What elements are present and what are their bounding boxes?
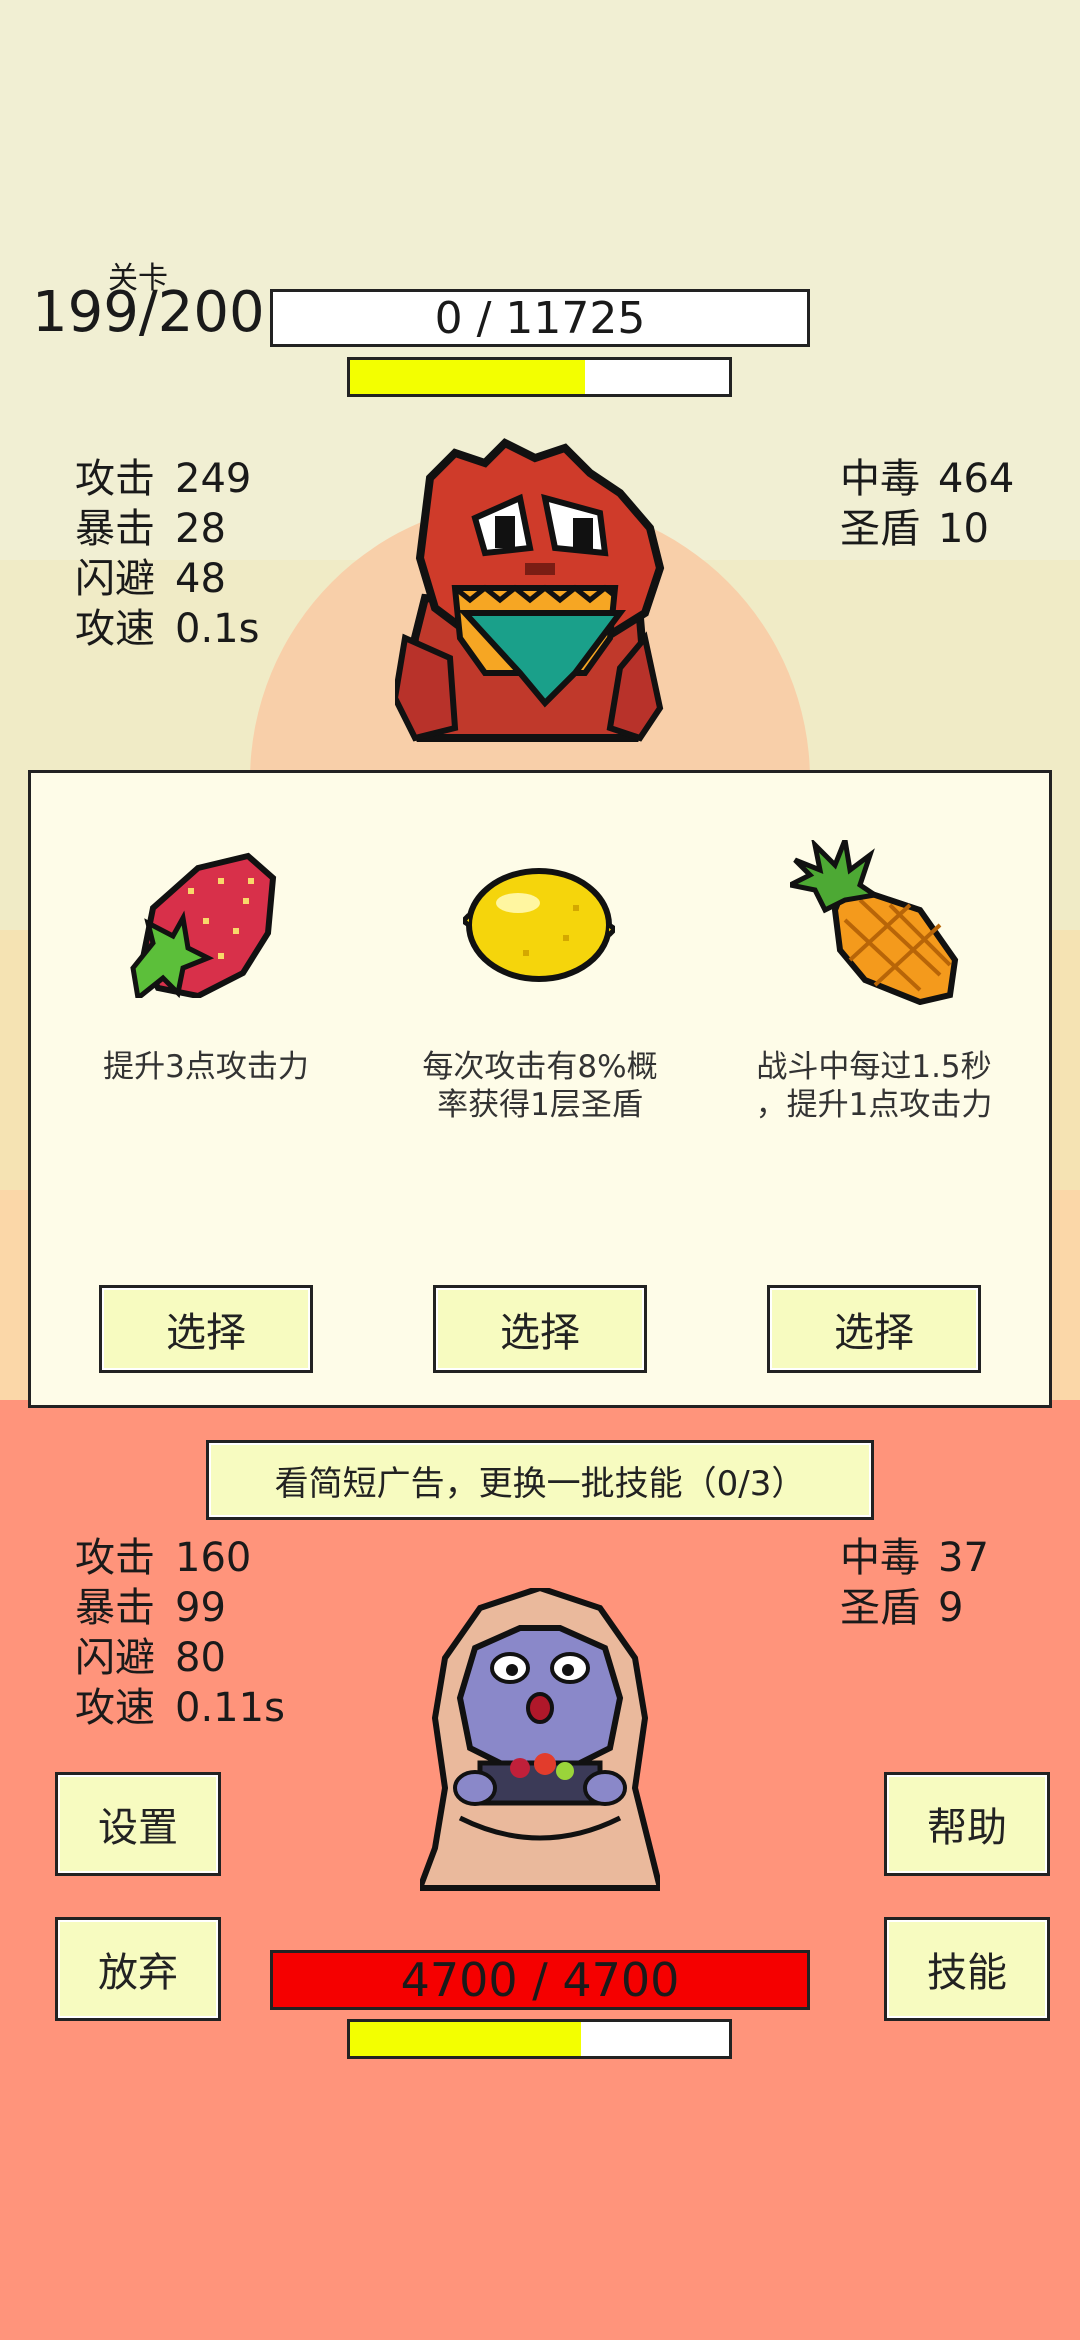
choice-3-select-button[interactable]: 选择 <box>767 1285 981 1373</box>
player-stat-attack: 攻击 160 <box>75 1535 252 1581</box>
enemy-stat-shield: 圣盾 10 <box>840 506 989 552</box>
player-stat-shield: 圣盾 9 <box>840 1585 964 1631</box>
ad-refresh-skills-button[interactable]: 看简短广告，更换一批技能（0/3） <box>206 1440 874 1520</box>
choice-3-description: 战斗中每过1.5秒 ，提升1点攻击力 <box>755 1049 993 1123</box>
enemy-hp-text: 0 / 11725 <box>434 292 646 344</box>
enemy-stat-speed: 攻速 0.1s <box>75 606 260 652</box>
help-button[interactable]: 帮助 <box>884 1772 1050 1876</box>
enemy-stat-crit: 暴击 28 <box>75 506 226 552</box>
enemy-cooldown-bar <box>347 357 732 397</box>
choice-2-select-button[interactable]: 选择 <box>433 1285 647 1373</box>
player-frog-sprite <box>420 1588 660 1891</box>
enemy-cooldown-fill <box>350 360 585 394</box>
enemy-hp-bar: 0 / 11725 <box>270 289 810 347</box>
player-stat-speed: 攻速 0.11s <box>75 1685 285 1731</box>
choice-2-description: 每次攻击有8%概 率获得1层圣盾 <box>422 1049 658 1123</box>
skills-button[interactable]: 技能 <box>884 1917 1050 2021</box>
enemy-stat-poison: 中毒 464 <box>840 456 1015 502</box>
settings-button[interactable]: 设置 <box>55 1772 221 1876</box>
level-counter: 199/200 <box>32 280 265 345</box>
enemy-dinosaur-sprite <box>395 438 665 742</box>
enemy-stat-dodge: 闪避 48 <box>75 556 226 602</box>
pineapple-icon <box>790 840 959 1005</box>
player-stat-poison: 中毒 37 <box>840 1535 989 1581</box>
player-cooldown-fill <box>350 2022 582 2056</box>
strawberry-icon <box>130 852 277 998</box>
lemon-icon <box>463 868 615 982</box>
player-stat-dodge: 闪避 80 <box>75 1635 226 1681</box>
player-hp-text: 4700 / 4700 <box>400 1953 680 2007</box>
give-up-button[interactable]: 放弃 <box>55 1917 221 2021</box>
player-stat-crit: 暴击 99 <box>75 1585 226 1631</box>
player-cooldown-bar <box>347 2019 732 2059</box>
choice-1-select-button[interactable]: 选择 <box>99 1285 313 1373</box>
player-hp-bar: 4700 / 4700 <box>270 1950 810 2010</box>
enemy-stat-attack: 攻击 249 <box>75 456 252 502</box>
choice-1-description: 提升3点攻击力 <box>103 1049 309 1085</box>
